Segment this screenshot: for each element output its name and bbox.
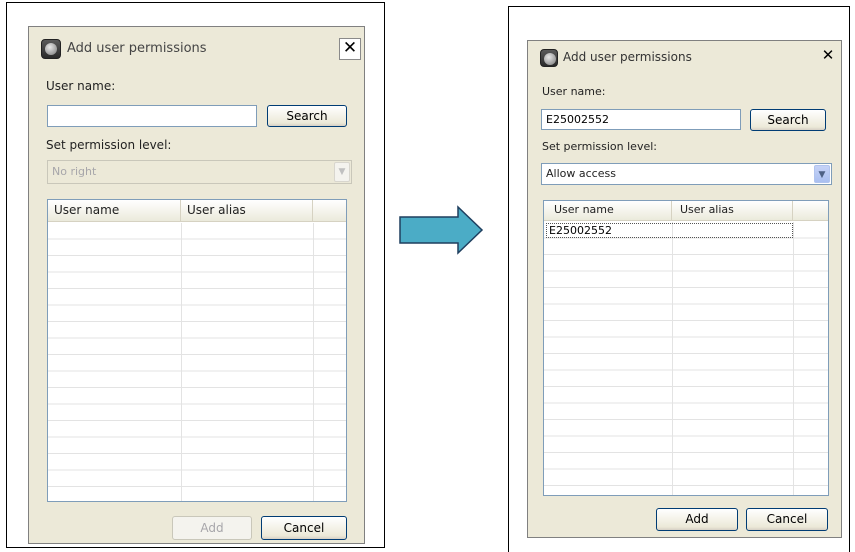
add-user-permissions-dialog-after: Add user permissions ✕ User name: E25002…: [527, 40, 842, 538]
column-divider: [313, 223, 314, 501]
cancel-button[interactable]: Cancel: [261, 516, 347, 540]
column-header-user-alias[interactable]: User alias: [181, 200, 313, 222]
add-button[interactable]: Add: [172, 516, 252, 540]
permission-level-value: No right: [52, 165, 97, 178]
column-header-user-name[interactable]: User name: [544, 201, 672, 221]
user-name-label: User name:: [46, 79, 116, 93]
table-header: User name User alias: [544, 201, 828, 221]
users-table: User name User alias E25002552: [543, 200, 829, 496]
users-table: User name User alias: [47, 199, 347, 502]
cell-user-name: E25002552: [549, 224, 612, 237]
table-row[interactable]: E25002552: [546, 223, 793, 238]
permission-level-select[interactable]: Allow access ▼: [541, 163, 832, 185]
column-divider: [672, 222, 673, 495]
table-header: User name User alias: [48, 200, 346, 222]
column-header-user-alias[interactable]: User alias: [672, 201, 793, 221]
user-name-label: User name:: [542, 85, 606, 98]
add-button[interactable]: Add: [656, 508, 738, 531]
dialog-title: Add user permissions: [563, 50, 692, 64]
right-arrow-icon: [399, 205, 484, 255]
search-button[interactable]: Search: [750, 109, 826, 131]
title-bar: Add user permissions ✕: [29, 27, 364, 67]
user-name-input[interactable]: [47, 105, 257, 127]
permission-level-label: Set permission level:: [542, 140, 657, 153]
user-name-input[interactable]: E25002552: [541, 109, 741, 130]
permission-level-select[interactable]: No right ▼: [47, 160, 352, 184]
chevron-down-icon[interactable]: ▼: [814, 165, 830, 183]
app-logo-icon: [41, 39, 61, 59]
search-button[interactable]: Search: [267, 105, 347, 127]
column-divider: [181, 223, 182, 501]
permission-level-value: Allow access: [546, 167, 616, 180]
column-header-user-name[interactable]: User name: [48, 200, 181, 222]
dialog-title: Add user permissions: [67, 41, 207, 56]
cancel-button[interactable]: Cancel: [746, 508, 828, 531]
column-divider: [793, 222, 794, 495]
table-rows-area: [48, 223, 346, 501]
add-user-permissions-dialog-before: Add user permissions ✕ User name: Search…: [28, 26, 365, 544]
table-rows-area: [544, 222, 828, 495]
close-icon[interactable]: ✕: [818, 47, 838, 67]
title-bar: Add user permissions ✕: [528, 41, 841, 74]
app-logo-icon: [540, 49, 558, 67]
chevron-down-icon[interactable]: ▼: [334, 162, 350, 182]
permission-level-label: Set permission level:: [46, 138, 172, 152]
close-icon[interactable]: ✕: [339, 38, 361, 60]
